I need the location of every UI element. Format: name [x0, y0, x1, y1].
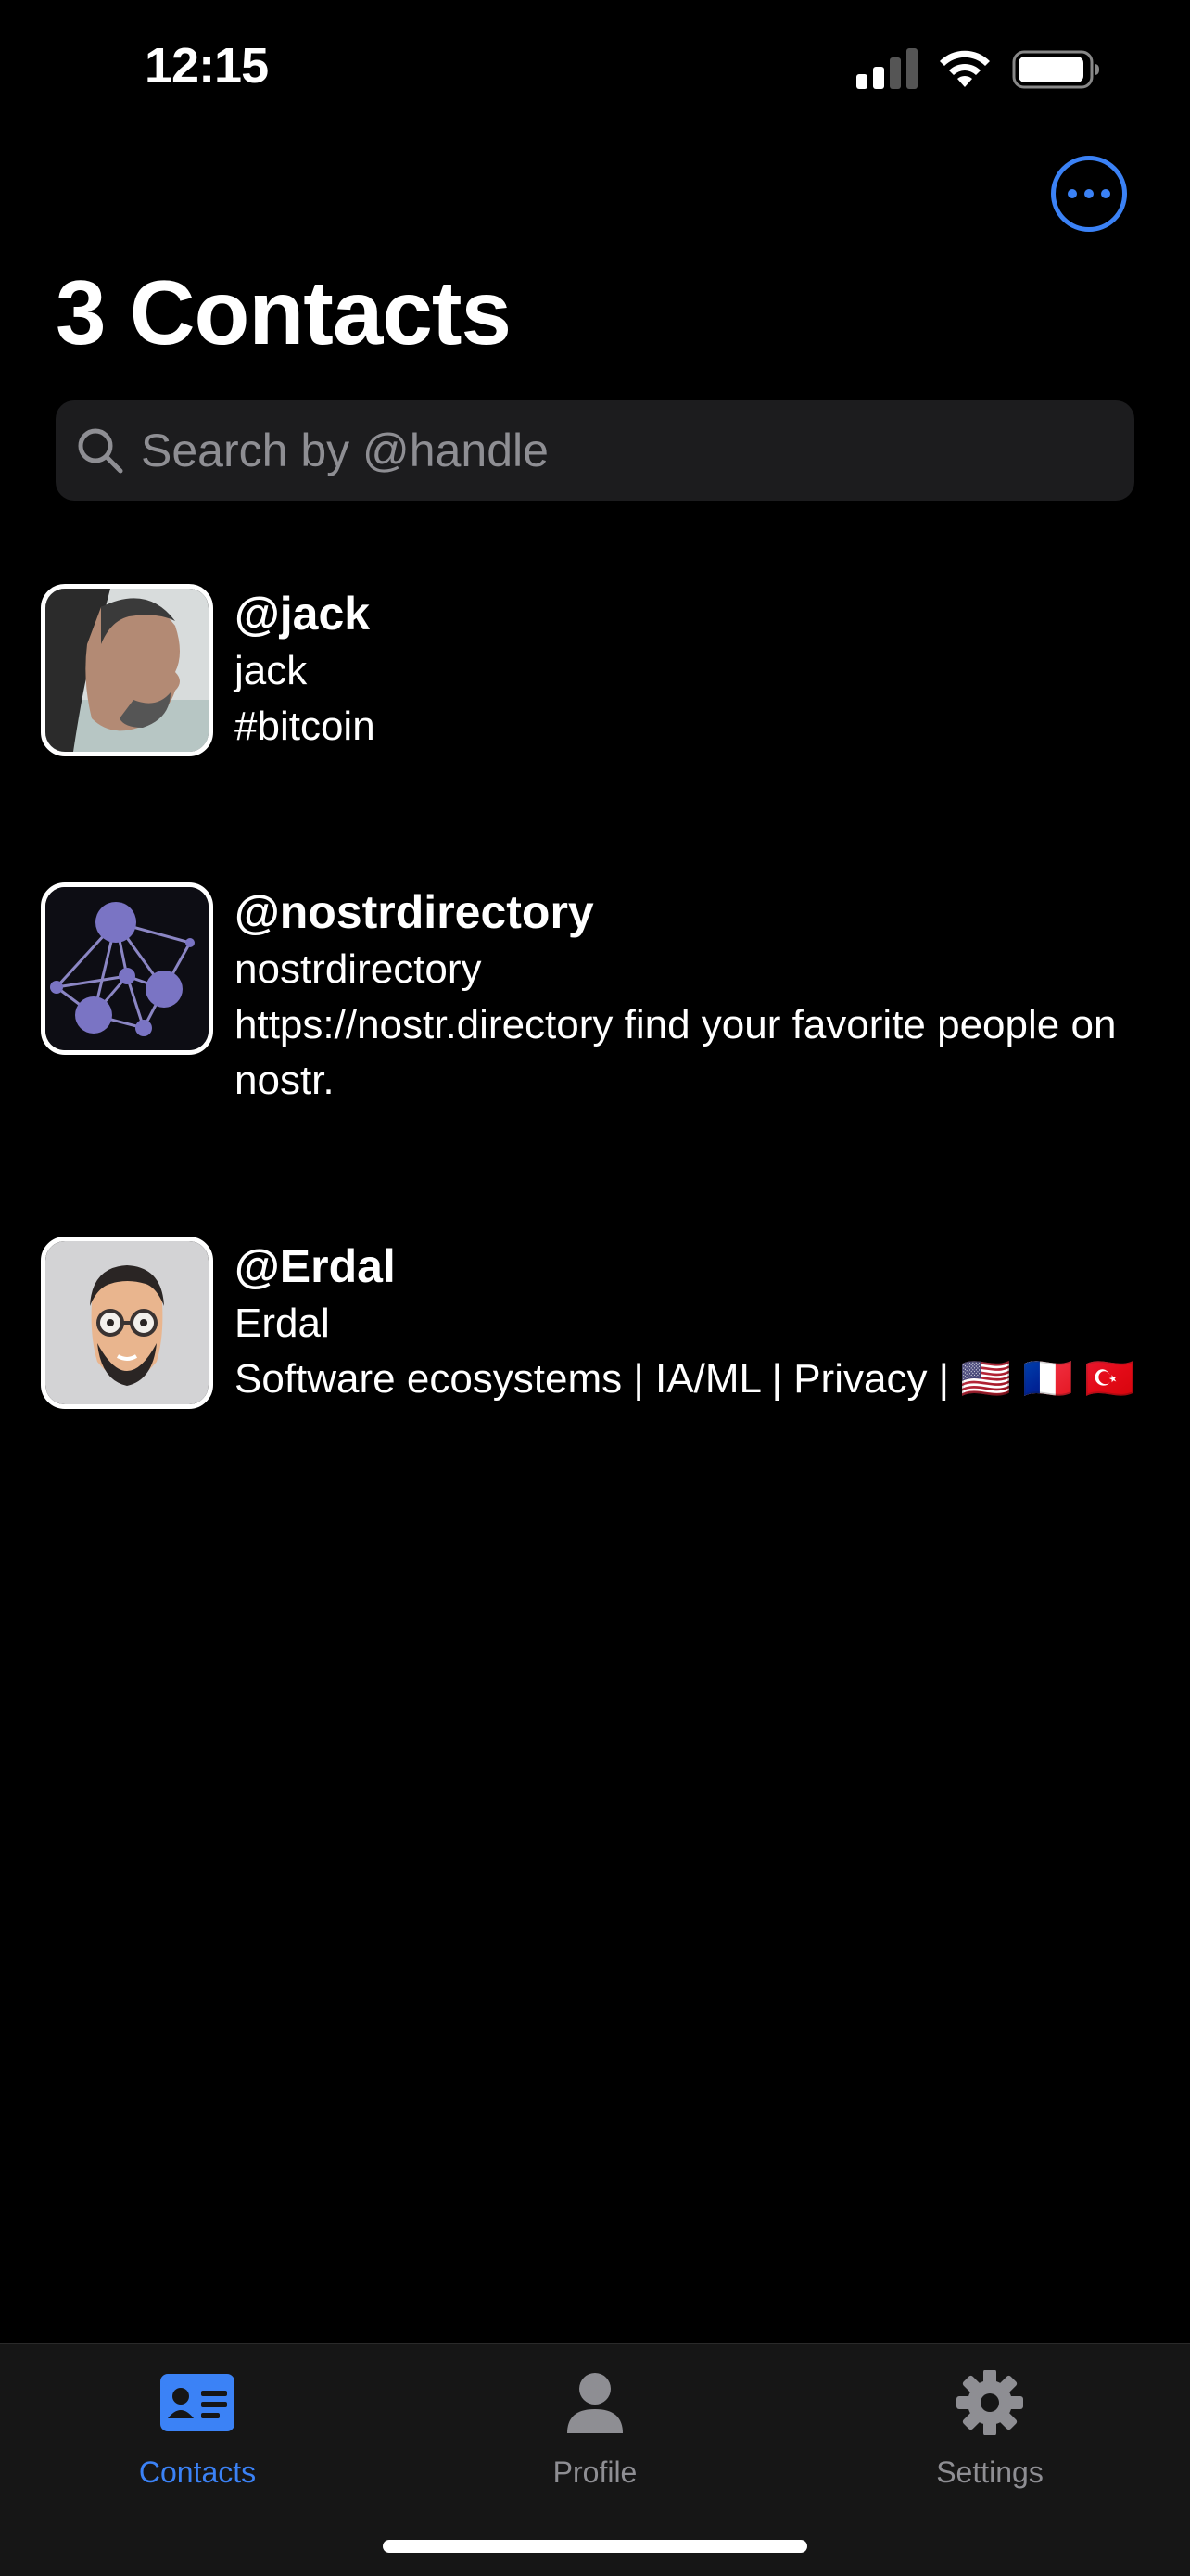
contact-name: Erdal [234, 1301, 330, 1346]
avatar [41, 584, 213, 756]
contact-handle: @jack [234, 588, 371, 640]
tab-profile[interactable]: Profile [456, 2344, 734, 2511]
tab-settings[interactable]: Settings [851, 2344, 1129, 2511]
tab-label: Profile [552, 2455, 638, 2489]
contact-handle: @nostrdirectory [234, 886, 594, 938]
ellipsis-dot [1101, 189, 1110, 198]
search-icon [78, 428, 123, 474]
search-input[interactable] [141, 400, 1105, 501]
person-icon [567, 2373, 623, 2433]
gear-icon [956, 2370, 1023, 2435]
avatar [41, 1237, 213, 1409]
ellipsis-dot [1068, 189, 1077, 198]
status-bar: 12:15 [0, 0, 1190, 139]
contact-name: nostrdirectory [234, 946, 482, 992]
tab-label: Contacts [138, 2455, 257, 2489]
search-bar[interactable] [56, 400, 1134, 501]
battery-icon [1012, 50, 1099, 89]
ellipsis-dot [1084, 189, 1094, 198]
status-time: 12:15 [145, 38, 269, 94]
page-title: 3 Contacts [56, 261, 512, 363]
contact-name: jack [234, 648, 308, 693]
home-indicator [383, 2540, 807, 2553]
contact-handle: @Erdal [234, 1240, 396, 1292]
contact-bio: https://nostr.directory find your favori… [234, 1002, 1117, 1103]
wifi-icon [940, 50, 990, 87]
cellular-signal-icon [856, 48, 918, 89]
tab-contacts[interactable]: Contacts [58, 2344, 336, 2511]
more-options-button[interactable] [1051, 156, 1127, 232]
tab-label: Settings [936, 2455, 1044, 2489]
avatar [41, 882, 213, 1055]
contact-card-icon [160, 2374, 234, 2431]
contact-bio: #bitcoin [234, 704, 375, 749]
contact-bio: Software ecosystems | IA/ML | Privacy | … [234, 1356, 1136, 1402]
